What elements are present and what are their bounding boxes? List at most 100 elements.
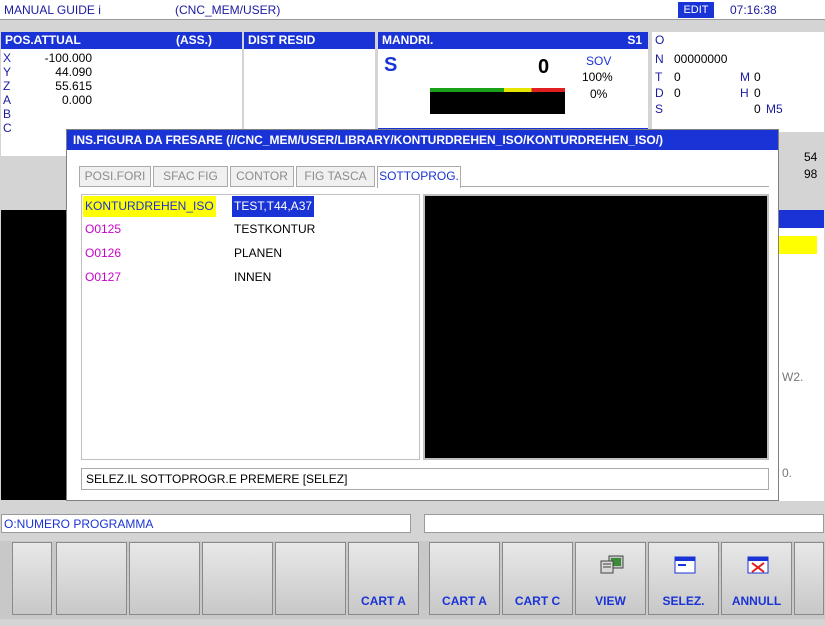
spindle-title: MANDRI. S1 — [378, 32, 648, 49]
program-name: O0125 — [85, 222, 122, 236]
axis-label: C — [3, 121, 12, 135]
bg-highlight — [779, 236, 817, 254]
spindle-channel: S1 — [627, 33, 642, 47]
codes-panel: O N 00000000 T 0 M 0 D 0 H 0 S 0 M5 — [652, 32, 824, 132]
tab-divider — [461, 186, 769, 187]
select-softkey[interactable]: SELEZ. — [648, 542, 719, 615]
bg-zero-label: 0. — [782, 466, 793, 480]
program-desc: PLANEN — [234, 246, 283, 260]
tab-sfac-fig[interactable]: SFAC FIG — [153, 166, 228, 187]
input-bar[interactable] — [424, 514, 824, 533]
n-value: 00000000 — [674, 52, 728, 66]
m5-code: M5 — [766, 102, 783, 116]
position-title: POS.ATTUAL (ASS.) — [1, 32, 242, 49]
axis-label: Z — [3, 79, 11, 93]
side-value-2: 98 — [804, 167, 818, 181]
program-name: O0127 — [85, 270, 122, 284]
view-icon — [600, 555, 624, 574]
axis-row: X -100.000 — [1, 51, 242, 65]
list-item[interactable]: O0126 PLANEN — [82, 243, 419, 264]
program-name: KONTURDREHEN_ISO — [83, 196, 216, 217]
insert-figure-dialog: INS.FIGURA DA FRESARE (//CNC_MEM/USER/LI… — [66, 129, 779, 501]
bg-panel-title — [779, 210, 824, 228]
program-desc: TEST,T44,A37 — [232, 196, 315, 217]
program-list[interactable]: KONTURDREHEN_ISO TEST,T44,A37 O0125 TESTKO… — [81, 194, 420, 460]
tab-sottoprog[interactable]: SOTTOPROG. — [377, 166, 461, 188]
load-value: 0% — [590, 87, 608, 101]
spindle-panel: MANDRI. S1 S 0 SOV 100% 0% — [378, 32, 648, 128]
list-item[interactable]: KONTURDREHEN_ISO TEST,T44,A37 — [82, 196, 419, 217]
softkey-label: SELEZ. — [662, 594, 705, 608]
position-title-label: POS.ATTUAL — [5, 33, 81, 47]
cart-a-softkey[interactable]: CART A — [429, 542, 500, 615]
bg-panel — [779, 228, 824, 501]
load-gauge — [430, 92, 565, 114]
softkey-label: VIEW — [595, 594, 626, 608]
softkey-label: CART A — [361, 594, 406, 608]
position-mode: (ASS.) — [176, 33, 212, 47]
message-bar: O:NUMERO PROGRAMMA — [1, 514, 411, 533]
softkey-prev[interactable] — [12, 542, 52, 615]
s-label: S — [655, 102, 664, 116]
t-value: 0 — [674, 70, 681, 84]
dist-resid-title: DIST RESID — [244, 32, 375, 49]
spindle-title-label: MANDRI. — [382, 33, 434, 47]
m-label: M — [740, 70, 750, 84]
softkey-bar: CART A CART A CART C VIEW SELEZ. ANNULL — [0, 541, 825, 619]
cancel-icon — [747, 556, 769, 574]
s-value: 0 — [754, 102, 761, 116]
axis-label: A — [3, 93, 12, 107]
dialog-status: SELEZ.IL SOTTOPROGR.E PREMERE [SELEZ] — [81, 468, 769, 490]
cancel-softkey[interactable]: ANNULL — [721, 542, 792, 615]
axis-value: -100.000 — [44, 51, 92, 65]
axis-value: 0.000 — [61, 93, 92, 107]
dialog-title: INS.FIGURA DA FRESARE (//CNC_MEM/USER/LI… — [67, 130, 778, 150]
select-window-icon — [674, 556, 696, 574]
axis-label: X — [3, 51, 12, 65]
tab-posi-fori[interactable]: POSI.FORI — [79, 166, 151, 187]
h-value: 0 — [754, 86, 761, 100]
axis-label: B — [3, 107, 12, 121]
softkey-label: CART A — [442, 594, 487, 608]
axis-label: Y — [3, 65, 12, 79]
view-softkey[interactable]: VIEW — [575, 542, 646, 615]
sov-label: SOV — [586, 54, 612, 68]
side-value-1: 54 — [804, 150, 818, 164]
softkey-1[interactable] — [56, 542, 127, 615]
bg-graphic-left — [1, 210, 71, 500]
t-label: T — [655, 70, 663, 84]
program-desc: INNEN — [234, 270, 272, 284]
spindle-s-label: S — [384, 54, 398, 76]
program-name: O0126 — [85, 246, 122, 260]
cart-c-softkey[interactable]: CART C — [502, 542, 573, 615]
d-value: 0 — [674, 86, 681, 100]
list-item[interactable]: O0127 INNEN — [82, 267, 419, 288]
current-path: (CNC_MEM/USER) — [175, 3, 281, 17]
axis-row: Z 55.615 — [1, 79, 242, 93]
h-label: H — [740, 86, 749, 100]
tab-contor[interactable]: CONTOR — [230, 166, 294, 187]
axis-row: B — [1, 107, 242, 121]
m-value: 0 — [754, 70, 761, 84]
program-desc: TESTKONTUR — [234, 222, 316, 236]
sov-value: 100% — [582, 70, 613, 84]
mode-badge: EDIT — [678, 2, 714, 18]
list-item[interactable]: O0125 TESTKONTUR — [82, 219, 419, 240]
tab-fig-tasca[interactable]: FIG TASCA — [296, 166, 375, 187]
o-label: O — [655, 33, 665, 47]
app-title: MANUAL GUIDE i — [4, 3, 101, 17]
softkey-3[interactable] — [202, 542, 273, 615]
bg-w2-label: W2. — [782, 370, 804, 384]
softkey-label: CART C — [514, 594, 561, 608]
softkey-label: ANNULL — [731, 594, 782, 608]
d-label: D — [655, 86, 664, 100]
axis-value: 44.090 — [55, 65, 92, 79]
softkey-next[interactable] — [794, 542, 824, 615]
spindle-speed: 0 — [538, 56, 550, 78]
axis-row: A 0.000 — [1, 93, 242, 107]
axis-row: Y 44.090 — [1, 65, 242, 79]
softkey-4[interactable] — [275, 542, 346, 615]
softkey-5[interactable]: CART A — [348, 542, 419, 615]
softkey-2[interactable] — [129, 542, 200, 615]
clock: 07:16:38 — [730, 3, 777, 17]
